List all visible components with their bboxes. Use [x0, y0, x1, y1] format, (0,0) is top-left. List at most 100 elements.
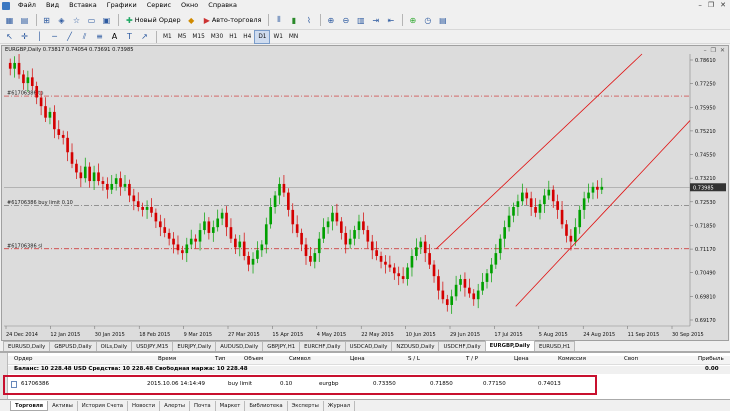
- col-sl[interactable]: S / L: [408, 356, 420, 362]
- candle-body: [573, 227, 577, 242]
- label-tool-icon[interactable]: T: [123, 30, 136, 43]
- menu-view[interactable]: Вид: [41, 0, 64, 11]
- menu-help[interactable]: Справка: [203, 0, 242, 11]
- col-price[interactable]: Цена: [350, 356, 365, 362]
- crosshair-icon[interactable]: ✛: [18, 30, 31, 43]
- col-swap[interactable]: Своп: [624, 356, 638, 362]
- candle-body: [313, 253, 317, 262]
- tab-exposure[interactable]: Активы: [48, 400, 78, 411]
- chart-tab[interactable]: USDCHF,Daily: [438, 341, 486, 351]
- chart-tab[interactable]: NZDUSD,Daily: [391, 341, 440, 351]
- autoscroll-icon[interactable]: ⇤: [384, 14, 397, 27]
- candlestick-icon[interactable]: ▮: [287, 14, 300, 27]
- chart-tab[interactable]: EURJPY,Daily: [172, 341, 217, 351]
- timeframe-w1[interactable]: W1: [270, 31, 285, 43]
- chart-tab[interactable]: USDJPY,M15: [131, 341, 174, 351]
- chart-tab-active[interactable]: EURGBP,Daily: [484, 340, 535, 351]
- close-icon[interactable]: ✕: [720, 1, 726, 9]
- tab-library[interactable]: Библиотека: [245, 400, 288, 411]
- tab-news[interactable]: Новости: [128, 400, 161, 411]
- chart-tab[interactable]: GBPJPY,H1: [262, 341, 301, 351]
- restore-icon[interactable]: ❐: [708, 1, 714, 9]
- chart-close-icon[interactable]: ✕: [720, 47, 725, 54]
- candlestick-chart[interactable]: 0.78610 0.77250 0.75950 0.75210 0.74550 0.732…: [2, 46, 728, 340]
- new-order-label: Новый Ордер: [134, 16, 181, 24]
- tab-trade[interactable]: Торговля: [10, 400, 49, 411]
- tester-icon[interactable]: ▣: [100, 14, 113, 27]
- tab-alerts[interactable]: Алерты: [160, 400, 190, 411]
- data-window-icon[interactable]: ◈: [55, 14, 68, 27]
- chart-minimize-icon[interactable]: –: [704, 47, 707, 54]
- col-symbol[interactable]: Символ: [289, 356, 311, 362]
- new-chart-icon[interactable]: ▦: [3, 14, 16, 27]
- indicators-icon[interactable]: ⊕: [406, 14, 419, 27]
- terminal-icon[interactable]: ▭: [85, 14, 98, 27]
- candle-body: [132, 195, 136, 202]
- text-tool-icon[interactable]: A: [108, 30, 121, 43]
- tab-market[interactable]: Маркет: [216, 400, 246, 411]
- chart-tab[interactable]: GBPUSD,Daily: [49, 341, 97, 351]
- col-cur-price[interactable]: Цена: [514, 356, 529, 362]
- market-watch-icon[interactable]: ⊞: [40, 14, 53, 27]
- col-tp[interactable]: T / P: [466, 356, 478, 362]
- tab-experts[interactable]: Эксперты: [288, 400, 324, 411]
- tab-mailbox[interactable]: Почта: [190, 400, 216, 411]
- fibonacci-icon[interactable]: ≡: [93, 30, 106, 43]
- menu-file[interactable]: Файл: [13, 0, 41, 11]
- col-commission[interactable]: Комиссия: [558, 356, 586, 362]
- vertical-line-icon[interactable]: │: [33, 30, 46, 43]
- chart-tab[interactable]: EURUSD,H1: [533, 341, 576, 351]
- zoom-in-icon[interactable]: ⊕: [324, 14, 337, 27]
- col-type[interactable]: Тип: [215, 356, 226, 362]
- candle-body: [264, 224, 268, 245]
- timeframe-m30[interactable]: M30: [208, 31, 226, 43]
- col-profit[interactable]: Прибыль: [698, 356, 724, 362]
- trendline-icon[interactable]: ╱: [63, 30, 76, 43]
- chart-tab[interactable]: AUDUSD,Daily: [215, 341, 264, 351]
- autotrading-label: Авто-торговля: [211, 16, 262, 24]
- chart-tab[interactable]: EURCHF,Daily: [299, 341, 346, 351]
- col-order[interactable]: Ордер: [14, 356, 33, 362]
- minimize-icon[interactable]: –: [698, 1, 702, 9]
- chart-tab[interactable]: OILs,Daily: [95, 341, 133, 351]
- arrows-icon[interactable]: ↗: [138, 30, 151, 43]
- col-volume[interactable]: Объем: [244, 356, 263, 362]
- chart-shift-icon[interactable]: ⇥: [369, 14, 382, 27]
- divider: [156, 30, 157, 43]
- menu-insert[interactable]: Вставка: [64, 0, 102, 11]
- periods-icon[interactable]: ◷: [421, 14, 434, 27]
- timeframe-d1[interactable]: D1: [254, 29, 271, 44]
- timeframe-mn[interactable]: MN: [286, 31, 301, 43]
- chart-tab[interactable]: USDCAD,Daily: [344, 341, 393, 351]
- tab-journal[interactable]: Журнал: [324, 400, 356, 411]
- cursor-icon[interactable]: ↖: [3, 30, 16, 43]
- timeframe-m15[interactable]: M15: [189, 31, 207, 43]
- line-chart-icon[interactable]: ⌇: [302, 14, 315, 27]
- bar-chart-icon[interactable]: ⫴: [272, 14, 285, 27]
- new-order-button[interactable]: ✚ Новый Ордер: [122, 13, 185, 27]
- timeframe-h4[interactable]: H4: [240, 31, 254, 43]
- autotrading-button[interactable]: ▶ Авто-торговля: [200, 13, 266, 27]
- timeframe-h1[interactable]: H1: [226, 31, 240, 43]
- profiles-icon[interactable]: ▤: [18, 14, 31, 27]
- zoom-out-icon[interactable]: ⊖: [339, 14, 352, 27]
- menu-charts[interactable]: Графики: [102, 0, 142, 11]
- tab-history[interactable]: История Счета: [78, 400, 129, 411]
- chart-tab[interactable]: EURUSD,Daily: [3, 341, 51, 351]
- timeframe-m1[interactable]: M1: [160, 31, 175, 43]
- tile-windows-icon[interactable]: ▥: [354, 14, 367, 27]
- metaeditor-icon[interactable]: ◆: [185, 14, 198, 27]
- order-row[interactable]: 61706386 2015.10.06 14:14:49 buy limit 0…: [8, 378, 730, 391]
- timeframe-m5[interactable]: M5: [175, 31, 190, 43]
- templates-icon[interactable]: ▤: [436, 14, 449, 27]
- channel-icon[interactable]: ⫽: [78, 30, 91, 43]
- navigator-icon[interactable]: ☆: [70, 14, 83, 27]
- chart-restore-icon[interactable]: ❐: [711, 47, 716, 54]
- col-time[interactable]: Время: [158, 356, 176, 362]
- horizontal-line-icon[interactable]: ─: [48, 30, 61, 43]
- app-icon: [2, 1, 10, 10]
- chart-window[interactable]: EURGBP,Daily 0.73817 0.74054 0.73691 0.7…: [1, 45, 729, 341]
- menu-window[interactable]: Окно: [176, 0, 203, 11]
- menu-tools[interactable]: Сервис: [142, 0, 176, 11]
- candle-body: [88, 166, 91, 182]
